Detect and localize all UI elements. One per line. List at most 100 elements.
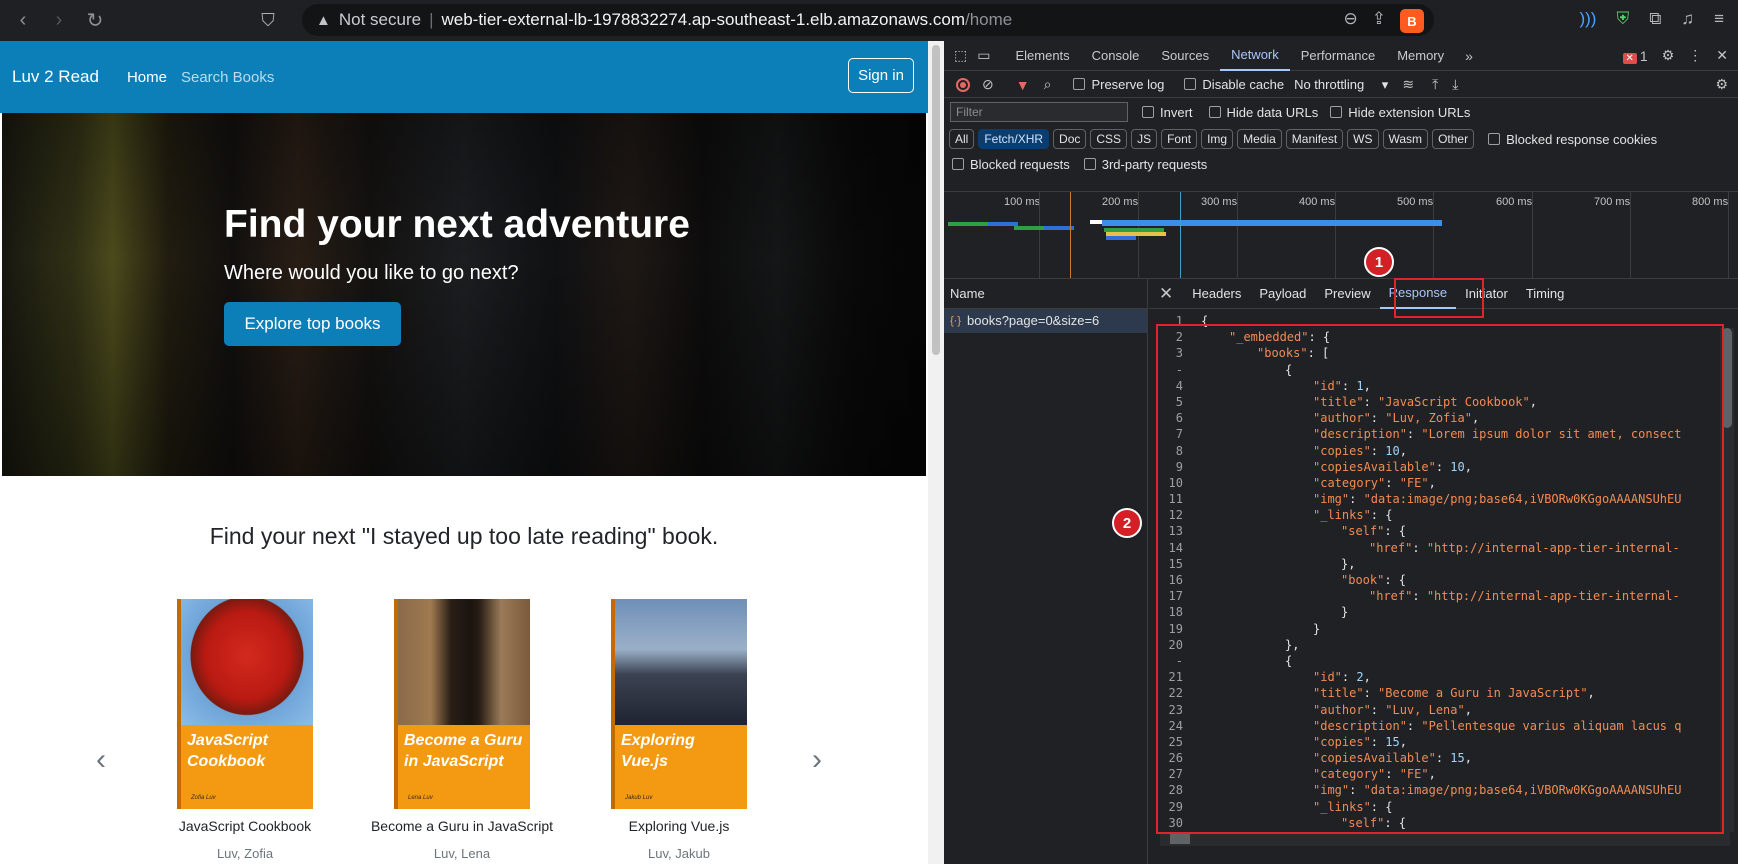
carousel-next-button[interactable]: › bbox=[812, 743, 822, 777]
speech-icon[interactable]: ))) bbox=[1579, 9, 1596, 29]
network-conditions-icon[interactable]: ≋ bbox=[1402, 76, 1414, 93]
media-icon[interactable]: ♫ bbox=[1681, 9, 1694, 29]
kebab-menu-icon[interactable]: ⋮ bbox=[1688, 47, 1702, 64]
annotation-box-response-body bbox=[1156, 324, 1724, 834]
clear-icon[interactable]: ⊘ bbox=[982, 76, 994, 93]
response-hscroll-thumb[interactable] bbox=[1170, 834, 1190, 844]
menu-icon[interactable]: ≡ bbox=[1714, 9, 1724, 29]
book-card[interactable]: JavaScript Cookbook Zofia Luv bbox=[177, 599, 313, 809]
annotation-box-response-tab bbox=[1394, 278, 1484, 318]
book-cover[interactable]: JavaScript Cookbook Zofia Luv bbox=[177, 599, 313, 809]
checkbox-box bbox=[1083, 157, 1096, 170]
tab-memory[interactable]: Memory bbox=[1386, 41, 1455, 71]
security-label[interactable]: Not secure bbox=[339, 10, 421, 30]
third-party-checkbox[interactable]: 3rd-party requests bbox=[1083, 157, 1207, 172]
more-tabs-icon[interactable]: » bbox=[1465, 48, 1473, 64]
filter-chip-wasm[interactable]: Wasm bbox=[1382, 129, 1429, 149]
book-card[interactable]: Become a Guru in JavaScript Lena Luv bbox=[394, 599, 530, 809]
close-icon[interactable]: ✕ bbox=[1159, 284, 1173, 304]
address-bar[interactable]: ▲ Not secure | web-tier-external-lb-1978… bbox=[302, 4, 1434, 36]
blocked-requests-checkbox[interactable]: Blocked requests bbox=[952, 157, 1070, 172]
request-row[interactable]: {·} books?page=0&size=6 bbox=[944, 309, 1147, 333]
site-brand[interactable]: Luv 2 Read bbox=[12, 67, 99, 87]
url-path: /home bbox=[965, 10, 1013, 29]
close-devtools-icon[interactable]: ✕ bbox=[1716, 47, 1728, 64]
page-scrollbar[interactable] bbox=[928, 41, 944, 864]
filter-chip-fetch-xhr[interactable]: Fetch/XHR bbox=[978, 129, 1050, 149]
filter-chip-other[interactable]: Other bbox=[1432, 129, 1475, 149]
brave-shields-icon[interactable]: B bbox=[1400, 9, 1424, 33]
tab-console[interactable]: Console bbox=[1081, 41, 1151, 71]
extensions-icon[interactable]: ⧉ bbox=[1649, 9, 1661, 29]
timeline-marker bbox=[1070, 192, 1071, 278]
share-icon[interactable]: ⇪ bbox=[1372, 9, 1386, 33]
search-icon[interactable]: ⌕ bbox=[1044, 76, 1052, 93]
filter-chip-all[interactable]: All bbox=[949, 129, 975, 149]
network-timeline[interactable]: 100 ms 200 ms 300 ms 400 ms 500 ms 600 m… bbox=[944, 191, 1738, 279]
timeline-gridline bbox=[1433, 192, 1434, 278]
filter-chip-media[interactable]: Media bbox=[1237, 129, 1282, 149]
filter-chip-img[interactable]: Img bbox=[1201, 129, 1234, 149]
timeline-tick: 200 ms bbox=[1102, 196, 1139, 208]
bookmark-button[interactable]: ⛉ bbox=[258, 8, 278, 34]
filter-input[interactable]: Filter bbox=[950, 102, 1128, 122]
nav-search-link[interactable]: Search Books bbox=[181, 69, 274, 86]
chevron-left-icon: ‹ bbox=[19, 9, 27, 31]
error-indicator[interactable]: ✕ 1 bbox=[1622, 48, 1648, 64]
disable-cache-checkbox[interactable]: Disable cache bbox=[1184, 77, 1284, 92]
preserve-log-checkbox[interactable]: Preserve log bbox=[1073, 77, 1164, 92]
carousel-prev-button[interactable]: ‹ bbox=[96, 743, 106, 777]
filter-chip-ws[interactable]: WS bbox=[1347, 129, 1379, 149]
tab-elements[interactable]: Elements bbox=[1004, 41, 1080, 71]
tab-payload[interactable]: Payload bbox=[1250, 279, 1315, 309]
shield-extension-icon[interactable]: ⛨ bbox=[1616, 9, 1629, 29]
timeline-gridline bbox=[1532, 192, 1533, 278]
book-title[interactable]: Become a Guru in JavaScript bbox=[364, 818, 560, 834]
hide-data-urls-checkbox[interactable]: Hide data URLs bbox=[1208, 105, 1318, 120]
tab-performance[interactable]: Performance bbox=[1290, 41, 1386, 71]
name-column-header[interactable]: Name bbox=[944, 279, 1147, 309]
tab-sources[interactable]: Sources bbox=[1150, 41, 1220, 71]
filter-chip-css[interactable]: CSS bbox=[1090, 129, 1128, 149]
filter-icon[interactable]: ▼ bbox=[1016, 77, 1030, 93]
filter-chip-js[interactable]: JS bbox=[1131, 129, 1158, 149]
book-title[interactable]: JavaScript Cookbook bbox=[157, 818, 333, 834]
tab-network[interactable]: Network bbox=[1220, 41, 1290, 71]
timeline-tick: 800 ms bbox=[1692, 196, 1729, 208]
book-cover[interactable]: Become a Guru in JavaScript Lena Luv bbox=[394, 599, 530, 809]
page-scrollbar-thumb[interactable] bbox=[932, 45, 940, 355]
inspect-icon[interactable]: ⬚ bbox=[954, 47, 967, 64]
explore-top-books-button[interactable]: Explore top books bbox=[224, 302, 401, 346]
hide-extension-urls-checkbox[interactable]: Hide extension URLs bbox=[1330, 105, 1470, 120]
sign-in-button[interactable]: Sign in bbox=[848, 58, 914, 93]
reload-button[interactable]: ↻ bbox=[82, 8, 108, 34]
back-button[interactable]: ‹ bbox=[10, 8, 36, 34]
book-card[interactable]: Exploring Vue.js Jakub Luv bbox=[611, 599, 747, 809]
book-title[interactable]: Exploring Vue.js bbox=[589, 818, 769, 834]
tab-preview[interactable]: Preview bbox=[1315, 279, 1379, 309]
cover-title: JavaScript Cookbook bbox=[187, 732, 268, 770]
blocked-cookies-checkbox[interactable]: Blocked response cookies bbox=[1488, 132, 1657, 147]
import-har-icon[interactable]: ⤒ bbox=[1432, 76, 1438, 93]
device-toolbar-icon[interactable]: ▭ bbox=[977, 47, 990, 64]
filter-chip-manifest[interactable]: Manifest bbox=[1285, 129, 1344, 149]
forward-button[interactable]: › bbox=[46, 8, 72, 34]
export-har-icon[interactable]: ⤓ bbox=[1452, 76, 1458, 93]
book-cover[interactable]: Exploring Vue.js Jakub Luv bbox=[611, 599, 747, 809]
checkbox-box bbox=[1330, 105, 1343, 118]
settings-icon[interactable]: ⚙ bbox=[1662, 47, 1675, 64]
timeline-gridline bbox=[1039, 192, 1040, 278]
filter-chip-font[interactable]: Font bbox=[1161, 129, 1198, 149]
tab-headers[interactable]: Headers bbox=[1183, 279, 1250, 309]
tab-timing[interactable]: Timing bbox=[1517, 279, 1574, 309]
record-icon[interactable] bbox=[956, 77, 970, 92]
browser-toolbar: ‹ › ↻ ⛉ ▲ Not secure | web-tier-external… bbox=[0, 0, 1738, 41]
filter-chip-doc[interactable]: Doc bbox=[1053, 129, 1087, 149]
throttling-select[interactable]: No throttling ▾ bbox=[1294, 77, 1388, 93]
response-horizontal-scrollbar[interactable] bbox=[1160, 832, 1730, 846]
zoom-icon[interactable]: ⊖ bbox=[1344, 9, 1358, 33]
network-settings-icon[interactable]: ⚙ bbox=[1715, 76, 1728, 93]
nav-home-link[interactable]: Home bbox=[127, 69, 167, 86]
timeline-gridline bbox=[1237, 192, 1238, 278]
invert-checkbox[interactable]: Invert bbox=[1142, 105, 1193, 120]
